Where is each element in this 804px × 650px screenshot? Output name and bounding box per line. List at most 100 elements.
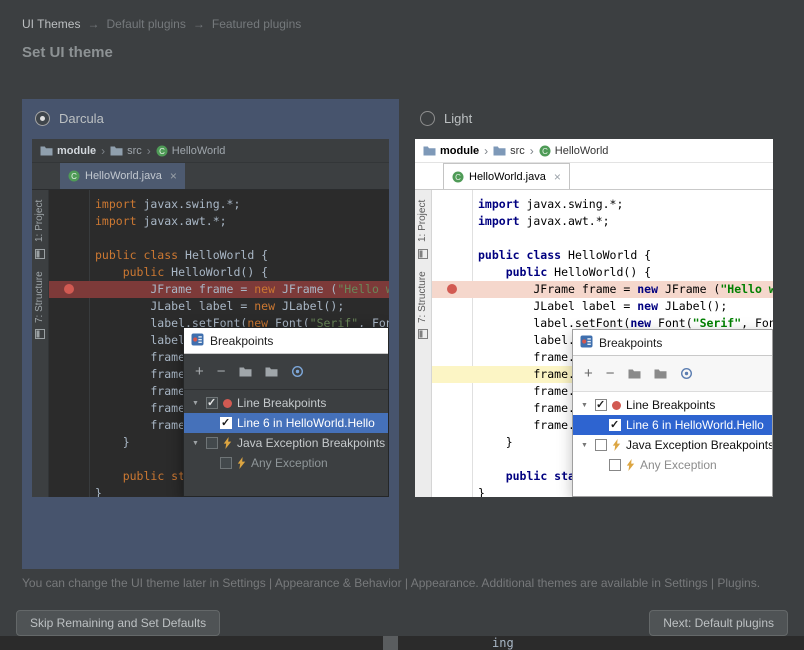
code-token: "Hello wo bbox=[720, 282, 773, 296]
breakpoints-tree-item: ▼ Line Breakpoints bbox=[573, 395, 772, 415]
remove-icon: − bbox=[605, 365, 615, 382]
breakpoints-tree-item-label: Any Exception bbox=[640, 458, 717, 472]
expand-arrow-icon: ▼ bbox=[192, 399, 199, 407]
darcula-preview-image: module › src › C HelloWorld C HelloWorld.java × 1… bbox=[32, 139, 389, 497]
code-token: import bbox=[95, 214, 137, 228]
expand-arrow-icon: ▼ bbox=[581, 441, 588, 449]
code-token: JLabel(); bbox=[658, 299, 728, 313]
breadcrumb-item-label: src bbox=[127, 144, 142, 157]
svg-text:C: C bbox=[542, 146, 548, 155]
breakpoints-tree-item-label: Line 6 in HelloWorld.Hello bbox=[626, 418, 764, 432]
code-token: frame. bbox=[478, 418, 575, 432]
breakpoint-checkbox bbox=[206, 437, 218, 449]
code-token: frame. bbox=[478, 401, 575, 415]
editor-tab: C HelloWorld.java × bbox=[60, 163, 185, 189]
page-title: Set UI theme bbox=[22, 44, 113, 61]
setup-wizard: UI Themes → Default plugins → Featured p… bbox=[0, 0, 804, 650]
code-token: } bbox=[478, 486, 485, 497]
next-default-plugins-button[interactable]: Next: Default plugins bbox=[649, 610, 788, 636]
breadcrumb-item-label: src bbox=[510, 144, 525, 157]
exception-breakpoint-icon bbox=[612, 439, 621, 451]
breakpoints-dialog-icon bbox=[191, 333, 204, 349]
code-token: JLabel label = bbox=[478, 299, 638, 313]
breakpoints-dialog-title: Breakpoints bbox=[599, 335, 663, 350]
project-tool-window-icon bbox=[35, 249, 45, 262]
light-radio-button[interactable] bbox=[420, 111, 435, 126]
module-folder-icon bbox=[40, 145, 53, 156]
code-line: JLabel label = new JLabel(); bbox=[432, 298, 773, 315]
group-by-icon bbox=[239, 366, 252, 377]
code-token: javax.awt.*; bbox=[519, 214, 610, 228]
background-window-strip: ing bbox=[0, 636, 804, 650]
code-token: frame. bbox=[95, 384, 192, 398]
code-token: frame. bbox=[95, 350, 192, 364]
darcula-radio-row[interactable]: Darcula bbox=[35, 111, 104, 126]
light-editor-preview: module › src › C HelloWorld C HelloWorld.java × 1… bbox=[415, 139, 773, 497]
breadcrumb-item-label: module bbox=[440, 144, 480, 157]
code-token: new bbox=[630, 316, 652, 330]
goto-source-icon bbox=[291, 365, 304, 378]
code-token: JFrame frame = bbox=[478, 282, 638, 296]
project-tool-window-icon bbox=[418, 249, 428, 262]
theme-options: Darcula module › src › C HelloWorld C HelloWorl… bbox=[22, 99, 773, 569]
code-line: public class HelloWorld { bbox=[432, 247, 773, 264]
theme-option-darcula[interactable]: Darcula module › src › C HelloWorld C HelloWorl… bbox=[22, 99, 399, 569]
breakpoints-tree-item: Line 6 in HelloWorld.Hello bbox=[184, 413, 388, 433]
breadcrumb-item: module bbox=[40, 145, 96, 157]
class-icon: C bbox=[156, 145, 168, 157]
editor-tab-label: HelloWorld.java bbox=[469, 170, 546, 183]
code-token: HelloWorld { bbox=[568, 248, 652, 262]
code-token: public bbox=[505, 265, 548, 279]
breakpoint-checkbox bbox=[609, 418, 621, 431]
code-token: public sta bbox=[122, 469, 192, 483]
breakpoints-tree-item: Line 6 in HelloWorld.Hello bbox=[573, 415, 772, 435]
code-token: new bbox=[637, 282, 659, 296]
breakpoints-dialog-titlebar: Breakpoints bbox=[573, 330, 772, 356]
java-class-icon: C bbox=[452, 171, 464, 183]
tool-window-stripe: 1: Project 7: Structure bbox=[32, 190, 49, 497]
chevron-separator-icon: › bbox=[484, 143, 489, 158]
code-line: JLabel label = new JLabel(); bbox=[49, 298, 389, 315]
darcula-radio-label: Darcula bbox=[59, 111, 104, 126]
editor-tab-bar: C HelloWorld.java × bbox=[415, 163, 773, 190]
breakpoint-icon bbox=[447, 284, 457, 294]
breakpoints-tree-item: ▼ Java Exception Breakpoints bbox=[184, 433, 388, 453]
code-token: frame. bbox=[478, 350, 575, 364]
expand-arrow-icon: ▼ bbox=[581, 401, 588, 409]
move-to-group-icon bbox=[654, 368, 667, 379]
light-radio-row[interactable]: Light bbox=[420, 111, 472, 126]
breakpoint-checkbox bbox=[206, 396, 218, 409]
breakpoints-tree: ▼ Line Breakpoints Line 6 in HelloWorld.He… bbox=[184, 390, 388, 496]
code-token: , Font bbox=[741, 316, 773, 330]
code-line: public class HelloWorld { bbox=[49, 247, 389, 264]
code-token: frame. bbox=[95, 401, 192, 415]
exception-breakpoint-icon bbox=[223, 437, 232, 449]
structure-tool-window-icon bbox=[35, 329, 45, 342]
step-ui-themes: UI Themes bbox=[22, 17, 81, 31]
code-token: label.setFont( bbox=[478, 316, 631, 330]
breakpoints-tree: ▼ Line Breakpoints Line 6 in HelloWorld.He… bbox=[573, 392, 772, 496]
breakpoints-dialog-titlebar: Breakpoints bbox=[184, 328, 388, 354]
breakpoints-tree-item-label: Any Exception bbox=[251, 456, 328, 470]
tool-window-button: 1: Project bbox=[417, 199, 428, 242]
breakpoints-toolbar: + − bbox=[573, 356, 772, 392]
code-token: HelloWorld() { bbox=[164, 265, 269, 279]
light-preview-image: module › src › C HelloWorld C HelloWorld.java × 1… bbox=[415, 139, 773, 497]
breadcrumb-item-label: module bbox=[57, 144, 97, 157]
skip-remaining-button[interactable]: Skip Remaining and Set Defaults bbox=[16, 610, 221, 636]
editor-breadcrumb-bar: module › src › C HelloWorld bbox=[32, 139, 389, 163]
code-line: public HelloWorld() { bbox=[49, 264, 389, 281]
code-token: frame. bbox=[95, 367, 192, 381]
breadcrumb-item: C HelloWorld bbox=[156, 145, 225, 157]
line-breakpoint-icon bbox=[612, 400, 621, 410]
code-token: public class bbox=[478, 248, 569, 262]
folder-icon bbox=[493, 145, 506, 156]
footer-note: You can change the UI theme later in Set… bbox=[22, 576, 761, 590]
breakpoint-checkbox bbox=[609, 459, 621, 471]
folder-icon bbox=[110, 145, 123, 156]
svg-text:C: C bbox=[159, 146, 165, 155]
step-default-plugins: Default plugins bbox=[106, 17, 186, 31]
theme-option-light[interactable]: Light module › src › C HelloWorld C HelloWorld.… bbox=[415, 99, 773, 569]
darcula-radio-button[interactable] bbox=[35, 111, 50, 126]
